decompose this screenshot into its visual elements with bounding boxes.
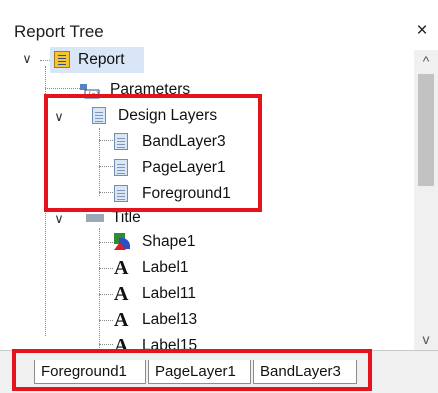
tree-item-label: Label11	[142, 285, 197, 302]
tree-item-label: Label1	[142, 259, 189, 276]
tree-connector	[45, 88, 80, 89]
scrollbar-thumb[interactable]	[418, 74, 434, 186]
tree-item-label13[interactable]: A Label13	[114, 307, 234, 333]
scroll-up-icon[interactable]: ^	[414, 50, 438, 72]
label-a-icon: A	[114, 257, 129, 279]
tree-connector	[99, 242, 113, 243]
highlight-box-tabs	[12, 349, 372, 391]
report-icon	[54, 51, 70, 68]
label-a-icon: A	[114, 283, 129, 305]
tree-item-label15[interactable]: A Label15	[114, 333, 234, 350]
close-button[interactable]: ×	[412, 20, 432, 42]
tree-item-label1[interactable]: A Label1	[114, 255, 234, 281]
label-a-icon: A	[114, 309, 129, 331]
panel-titlebar: Report Tree ×	[0, 0, 438, 46]
tree-item-label: Label15	[142, 337, 198, 350]
tree-item-label: Report	[78, 51, 125, 68]
tree-item-label: Label13	[142, 311, 198, 328]
label-a-icon: A	[114, 335, 129, 350]
expand-toggle-icon[interactable]: ∨	[20, 51, 34, 67]
tree-connector	[99, 268, 113, 269]
tree-connector	[99, 294, 113, 295]
tree-item-report[interactable]: Report	[50, 47, 144, 73]
tree-connector	[99, 228, 100, 350]
tree-item-label11[interactable]: A Label11	[114, 281, 234, 307]
scroll-down-icon[interactable]: v	[414, 328, 438, 350]
tree-connector	[40, 60, 50, 61]
title-band-icon	[86, 214, 104, 222]
tree-item-shape[interactable]: Shape1	[114, 229, 234, 255]
expand-toggle-icon[interactable]: ∨	[52, 211, 66, 227]
highlight-box-design-layers	[44, 94, 262, 212]
panel-title: Report Tree	[14, 22, 104, 41]
tree-item-label: Shape1	[142, 233, 196, 250]
tree-connector	[99, 344, 113, 345]
shape-icon	[114, 233, 131, 250]
tree-connector	[99, 320, 113, 321]
